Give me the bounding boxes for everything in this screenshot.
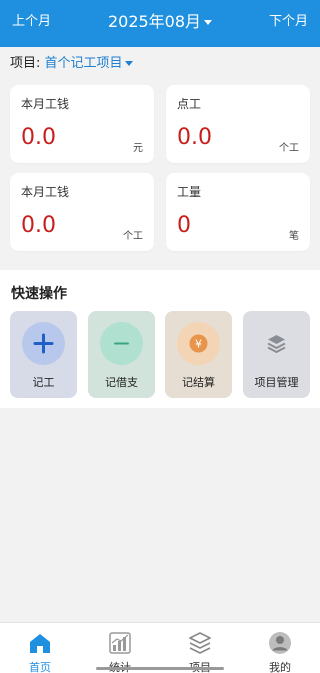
caret-down-icon	[204, 20, 213, 25]
tab-label: 我的	[269, 661, 291, 673]
quick-actions-title: 快速操作	[11, 286, 67, 302]
stat-unit: 笔	[289, 231, 299, 242]
layers-icon	[189, 632, 211, 654]
stat-title: 点工	[177, 97, 202, 111]
caret-down-icon	[124, 61, 133, 66]
quick-action-label: 记借支	[105, 376, 138, 389]
project-value[interactable]: 首个记工项目	[45, 56, 123, 71]
stat-value: 0.0	[177, 125, 212, 150]
stat-value: 0	[177, 213, 191, 238]
stat-card-workload: 工量 0 笔	[166, 173, 310, 251]
yen-icon: ¥	[177, 322, 220, 365]
quick-action-label: 记工	[32, 376, 55, 389]
minus-icon	[100, 322, 143, 365]
tab-stats[interactable]: 统计	[80, 623, 160, 673]
quick-actions-panel: 快速操作 记工 记借支 ¥ 记结算 项目管理	[0, 270, 320, 408]
tab-label: 首页	[29, 661, 51, 673]
stat-card-monthly-wage-units: 本月工钱 0.0 个工	[10, 173, 154, 251]
project-management-button[interactable]: 项目管理	[243, 311, 310, 398]
month-label: 2025年08月	[107, 12, 202, 31]
record-settlement-button[interactable]: ¥ 记结算	[165, 311, 232, 398]
tab-label: 统计	[80, 659, 160, 673]
record-work-button[interactable]: 记工	[10, 311, 77, 398]
stat-unit: 个工	[123, 231, 143, 242]
stat-title: 本月工钱	[21, 185, 70, 199]
stat-title: 工量	[177, 185, 202, 199]
stat-card-monthly-wage: 本月工钱 0.0 元	[10, 85, 154, 163]
tab-home[interactable]: 首页	[0, 623, 80, 673]
project-label: 项目:	[10, 56, 41, 71]
stat-unit: 元	[133, 143, 143, 154]
next-month-button[interactable]: 下个月	[269, 10, 308, 29]
stat-card-day-work: 点工 0.0 个工	[166, 85, 310, 163]
chart-icon	[109, 632, 131, 654]
tab-mine[interactable]: 我的	[240, 623, 320, 673]
user-icon	[269, 632, 291, 654]
svg-text:¥: ¥	[195, 338, 202, 351]
top-bar: 上个月 2025年08月 下个月	[0, 0, 320, 47]
home-icon	[30, 634, 50, 653]
record-loan-button[interactable]: 记借支	[88, 311, 155, 398]
quick-action-label: 记结算	[182, 376, 215, 389]
stat-value: 0.0	[21, 125, 56, 150]
layers-icon	[255, 322, 298, 365]
quick-action-label: 项目管理	[254, 376, 299, 389]
stat-unit: 个工	[279, 143, 299, 154]
tab-label: 项目	[160, 659, 240, 673]
home-indicator	[96, 667, 224, 670]
plus-icon	[22, 322, 65, 365]
bottom-tab-bar: 首页 统计 项目 我的	[0, 622, 320, 673]
stat-title: 本月工钱	[21, 97, 70, 111]
stat-value: 0.0	[21, 213, 56, 238]
tab-project[interactable]: 项目	[160, 623, 240, 673]
project-selector[interactable]: 项目: 首个记工项目	[10, 52, 133, 71]
